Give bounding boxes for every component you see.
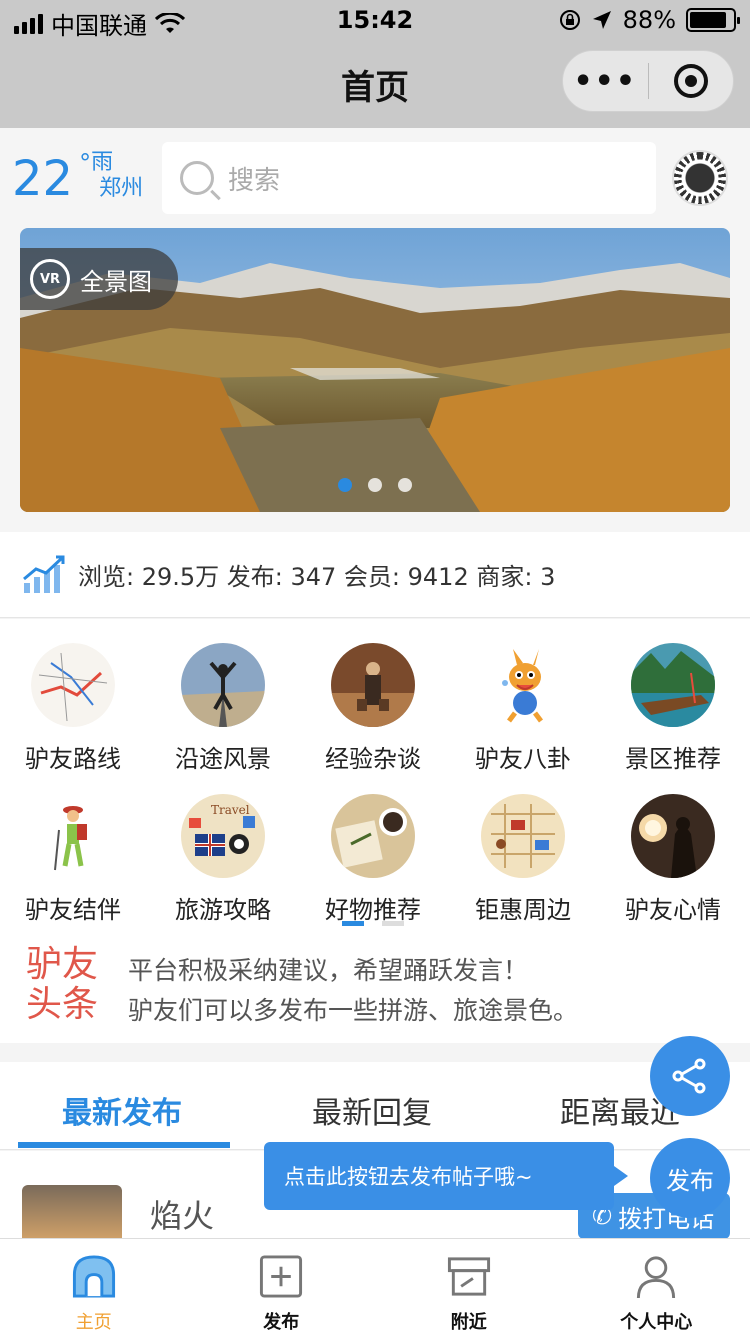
category-label: 好物推荐 <box>325 896 421 924</box>
store-icon <box>447 1257 490 1296</box>
publish-tooltip: 点击此按钮去发布帖子哦~ <box>264 1142 628 1210</box>
degree-symbol: ° <box>79 149 92 177</box>
headline-tag: 驴友 头条 <box>26 945 106 1025</box>
vr-panorama-button[interactable]: VR 全景图 <box>20 248 178 310</box>
vr-icon: VR <box>30 259 70 299</box>
more-icon[interactable]: ••• <box>563 64 648 99</box>
indicator-page-1[interactable] <box>342 921 364 926</box>
tab-latest-replies[interactable]: 最新回复 <box>312 1088 432 1132</box>
scenic-icon <box>631 643 715 727</box>
category-label: 钜惠周边 <box>475 896 571 924</box>
category-item-routes[interactable]: 驴友路线 <box>0 643 148 774</box>
indicator-page-2[interactable] <box>382 921 404 926</box>
headline-tag-line2: 头条 <box>26 984 99 1025</box>
mood-icon <box>631 794 715 878</box>
status-bar: 中国联通 15:42 88% <box>0 0 750 40</box>
banner-carousel[interactable]: VR 全景图 <box>20 228 730 512</box>
tabbar-publish[interactable]: 发布 <box>188 1239 376 1334</box>
category-panel: 驴友路线 沿途风景 经验杂谈 驴友八卦 景区推荐 驴友结伴 Travel 旅游攻… <box>0 619 750 1043</box>
category-item-goods[interactable]: 好物推荐 <box>298 794 448 925</box>
trend-chart-icon <box>23 555 65 593</box>
category-item-mood[interactable]: 驴友心情 <box>598 794 748 925</box>
user-icon <box>637 1256 676 1299</box>
mini-program-capsule: ••• <box>562 50 734 112</box>
home-icon <box>72 1255 115 1298</box>
tabbar-home[interactable]: 主页 <box>0 1239 188 1334</box>
deals-icon <box>481 794 565 878</box>
category-item-scenic[interactable]: 景区推荐 <box>598 643 748 774</box>
search-input[interactable]: 搜索 <box>162 142 656 214</box>
kangaroo-icon <box>481 643 565 727</box>
target-icon <box>673 64 708 98</box>
hiker-icon <box>31 794 115 878</box>
category-item-companions[interactable]: 驴友结伴 <box>0 794 148 925</box>
weather-city: 郑州 <box>99 176 144 201</box>
pager-dot-2[interactable] <box>368 478 382 492</box>
carousel-pager <box>338 478 412 492</box>
post-title: 焰火 <box>150 1197 215 1235</box>
tabbar-profile[interactable]: 个人中心 <box>563 1239 750 1334</box>
site-stats: 浏览: 29.5万 发布: 347 会员: 9412 商家: 3 <box>0 532 750 618</box>
bottom-tab-bar: 主页 发布 附近 个人中心 <box>0 1238 750 1334</box>
battery-percent: 88% <box>622 6 676 34</box>
nav-bar: 首页 ••• <box>0 40 750 128</box>
post-thumbnail <box>22 1185 122 1239</box>
mini-program-code-icon[interactable] <box>672 150 728 206</box>
weather-details: ° 雨 郑州 <box>73 150 143 208</box>
category-item-gossip[interactable]: 驴友八卦 <box>448 643 598 774</box>
status-right: 88% <box>559 6 740 34</box>
category-label: 驴友心情 <box>625 896 721 924</box>
category-label: 驴友结伴 <box>25 896 121 924</box>
category-label: 沿途风景 <box>175 745 271 773</box>
active-tab-indicator <box>18 1142 230 1148</box>
weather-widget[interactable]: 22 ° 雨 郑州 <box>12 150 143 208</box>
category-item-scenery[interactable]: 沿途风景 <box>148 643 298 774</box>
tabbar-label: 个人中心 <box>620 1312 693 1333</box>
category-item-deals[interactable]: 钜惠周边 <box>448 794 598 925</box>
tabbar-label: 发布 <box>263 1312 300 1333</box>
category-label: 旅游攻略 <box>175 896 271 924</box>
share-icon <box>672 1058 706 1094</box>
category-item-experience[interactable]: 经验杂谈 <box>298 643 448 774</box>
category-page-indicator <box>342 921 404 926</box>
travel-guide-icon: Travel <box>181 794 265 878</box>
tabbar-label: 主页 <box>75 1312 112 1333</box>
weather-condition: 雨 <box>91 150 114 175</box>
tabbar-label: 附近 <box>450 1312 487 1333</box>
pager-dot-1[interactable] <box>338 478 352 492</box>
post-tabs: 最新发布 最新回复 距离最近 <box>0 1062 750 1150</box>
close-mini-program-button[interactable] <box>649 64 734 98</box>
headline-tag-line1: 驴友 <box>26 944 99 985</box>
headline-line-2: 驴友们可以多发布一些拼游、旅途景色。 <box>128 996 579 1025</box>
category-label: 驴友路线 <box>25 745 121 773</box>
header-area: 22 ° 雨 郑州 搜索 VR 全景图 <box>0 128 750 532</box>
goods-icon <box>331 794 415 878</box>
category-label: 经验杂谈 <box>325 745 421 773</box>
publish-fab[interactable]: 发布 <box>650 1138 730 1218</box>
route-map-icon <box>31 643 115 727</box>
share-button[interactable] <box>650 1036 730 1116</box>
experience-icon <box>331 643 415 727</box>
search-icon <box>180 161 214 195</box>
tabbar-nearby[interactable]: 附近 <box>375 1239 563 1334</box>
scenery-icon <box>181 643 265 727</box>
category-label: 驴友八卦 <box>475 745 571 773</box>
pager-dot-3[interactable] <box>398 478 412 492</box>
rotation-lock-icon <box>559 10 580 30</box>
weather-temperature: 22 <box>12 151 74 207</box>
stats-text: 浏览: 29.5万 发布: 347 会员: 9412 商家: 3 <box>78 563 556 591</box>
headline-line-1: 平台积极采纳建议，希望踊跃发言！ <box>128 956 529 985</box>
vr-label: 全景图 <box>80 267 152 296</box>
search-placeholder: 搜索 <box>228 165 281 196</box>
headline-news[interactable]: 驴友 头条 平台积极采纳建议，希望踊跃发言！ 驴友们可以多发布一些拼游、旅途景色… <box>0 943 750 1043</box>
plus-square-icon <box>260 1255 303 1298</box>
category-item-guides[interactable]: Travel 旅游攻略 <box>148 794 298 925</box>
svg-text:Travel: Travel <box>211 803 250 817</box>
category-label: 景区推荐 <box>625 745 721 773</box>
category-grid: 驴友路线 沿途风景 经验杂谈 驴友八卦 景区推荐 驴友结伴 Travel 旅游攻… <box>0 643 750 925</box>
tab-latest-posts[interactable]: 最新发布 <box>62 1088 182 1132</box>
location-arrow-icon <box>592 11 611 29</box>
battery-icon <box>686 8 740 32</box>
